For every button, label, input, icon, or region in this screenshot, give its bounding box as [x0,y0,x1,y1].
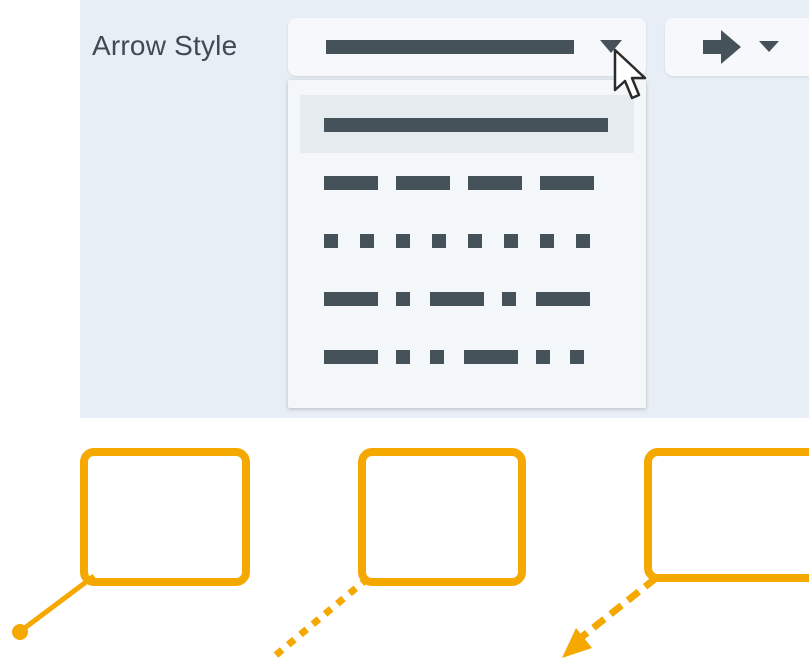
callout-dotted-line [267,448,526,660]
dashed-line-icon [324,176,594,190]
callout-solid-line [12,448,250,640]
arrow-head-dropdown[interactable] [665,18,809,76]
line-style-menu [288,80,646,408]
line-style-dash-dot[interactable] [300,269,634,327]
selected-line-style-preview [326,40,574,54]
callout-dashed-arrow [562,448,809,658]
line-style-dot[interactable] [300,211,634,269]
arrow-style-dropdown[interactable] [288,18,646,76]
right-arrow-icon [703,30,779,64]
dotted-line-icon [324,234,590,248]
callout-examples [12,448,809,660]
mouse-cursor-icon [613,48,647,100]
dash-dot-line-icon [324,292,590,306]
line-style-dash[interactable] [300,153,634,211]
arrow-style-label: Arrow Style [92,30,238,61]
line-style-solid[interactable] [300,95,634,153]
line-style-dash-dot-dot[interactable] [300,327,634,385]
solid-line-icon [324,118,608,132]
dash-dot-dot-line-icon [324,350,584,364]
page: Arrow Style [0,0,809,660]
